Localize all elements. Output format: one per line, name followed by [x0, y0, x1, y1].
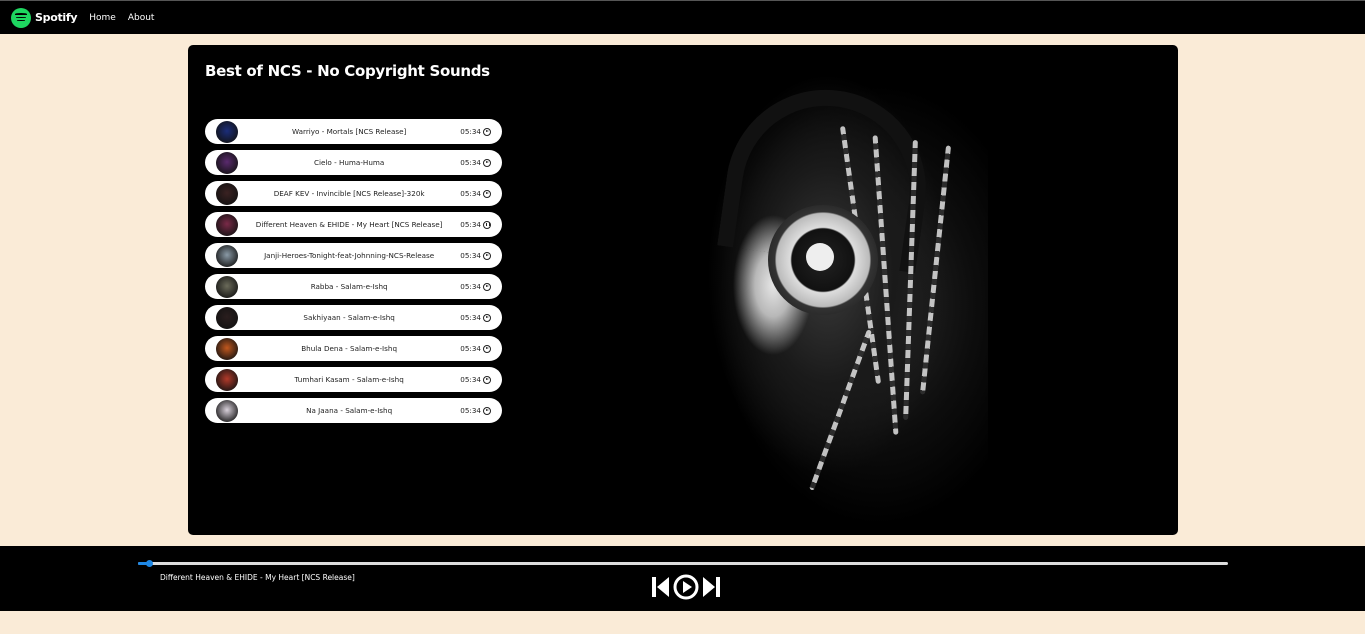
play-circle-icon[interactable] — [483, 344, 491, 353]
nav-link-about[interactable]: About — [128, 13, 155, 23]
play-circle-icon[interactable] — [483, 406, 491, 415]
song-name: DEAF KEV - Invincible [NCS Release]-320k — [273, 189, 425, 198]
album-cover-image — [578, 45, 988, 535]
song-thumbnail — [216, 120, 238, 143]
song-name: Bhula Dena - Salam-e-Ishq — [301, 344, 398, 353]
play-circle-icon[interactable] — [483, 251, 491, 260]
song-name: Rabba - Salam-e-Ishq — [310, 282, 388, 291]
song-thumbnail — [216, 368, 238, 391]
hair-graphic — [809, 329, 872, 491]
song-duration: 05:34 — [460, 344, 481, 353]
pause-circle-icon[interactable] — [483, 220, 491, 229]
player-bar: Different Heaven & EHIDE - My Heart [NCS… — [0, 546, 1365, 611]
play-circle-icon[interactable] — [483, 282, 491, 291]
song-item[interactable]: Janji-Heroes-Tonight-feat-Johnning-NCS-R… — [205, 243, 502, 268]
songs-panel: Best of NCS - No Copyright Sounds Warriy… — [188, 45, 1178, 535]
song-thumbnail — [216, 213, 238, 236]
song-item[interactable]: Warriyo - Mortals [NCS Release] 05:34 — [205, 119, 502, 144]
brand[interactable]: Spotify — [11, 7, 78, 28]
song-duration: 05:34 — [460, 127, 481, 136]
navbar: Spotify Home About — [0, 0, 1365, 34]
song-duration: 05:34 — [460, 313, 481, 322]
song-thumbnail — [216, 182, 238, 205]
song-name: Warriyo - Mortals [NCS Release] — [291, 127, 407, 136]
song-list: Warriyo - Mortals [NCS Release] 05:34 Ciel… — [205, 119, 502, 429]
song-duration: 05:34 — [460, 189, 481, 198]
now-playing-title: Different Heaven & EHIDE - My Heart [NCS… — [160, 573, 355, 582]
skull-logo-graphic — [806, 243, 834, 271]
song-thumbnail — [216, 399, 238, 422]
song-name: Janji-Heroes-Tonight-feat-Johnning-NCS-R… — [264, 251, 435, 260]
song-duration: 05:34 — [460, 220, 481, 229]
song-duration: 05:34 — [460, 282, 481, 291]
play-circle-icon[interactable] — [483, 313, 491, 322]
song-duration: 05:34 — [460, 158, 481, 167]
song-item[interactable]: Tumhari Kasam - Salam-e-Ishq 05:34 — [205, 367, 502, 392]
song-item[interactable]: Sakhiyaan - Salam-e-Ishq 05:34 — [205, 305, 502, 330]
song-thumbnail — [216, 244, 238, 267]
song-duration: 05:34 — [460, 375, 481, 384]
song-thumbnail — [216, 306, 238, 329]
song-name: Different Heaven & EHIDE - My Heart [NCS… — [255, 220, 443, 229]
song-thumbnail — [216, 275, 238, 298]
song-item[interactable]: Cielo - Huma-Huma 05:34 — [205, 150, 502, 175]
previous-icon[interactable] — [651, 575, 671, 599]
song-item[interactable]: Bhula Dena - Salam-e-Ishq 05:34 — [205, 336, 502, 361]
next-icon[interactable] — [701, 575, 721, 599]
play-circle-icon[interactable] — [483, 375, 491, 384]
play-icon[interactable] — [673, 574, 699, 600]
song-name: Sakhiyaan - Salam-e-Ishq — [303, 313, 395, 322]
song-duration: 05:34 — [460, 251, 481, 260]
spotify-logo-icon — [11, 7, 31, 28]
song-name: Tumhari Kasam - Salam-e-Ishq — [294, 375, 404, 384]
song-item[interactable]: DEAF KEV - Invincible [NCS Release]-320k… — [205, 181, 502, 206]
progress-bar[interactable] — [138, 560, 1228, 567]
song-thumbnail — [216, 337, 238, 360]
player-controls — [651, 574, 721, 600]
song-duration: 05:34 — [460, 406, 481, 415]
song-item[interactable]: Rabba - Salam-e-Ishq 05:34 — [205, 274, 502, 299]
song-thumbnail — [216, 151, 238, 174]
song-item[interactable]: Na Jaana - Salam-e-Ishq 05:34 — [205, 398, 502, 423]
progress-thumb[interactable] — [145, 560, 153, 567]
brand-name: Spotify — [35, 11, 78, 24]
song-name: Cielo - Huma-Huma — [313, 158, 385, 167]
nav-link-home[interactable]: Home — [89, 13, 116, 23]
song-name: Na Jaana - Salam-e-Ishq — [306, 406, 393, 415]
song-item[interactable]: Different Heaven & EHIDE - My Heart [NCS… — [205, 212, 502, 237]
page-title: Best of NCS - No Copyright Sounds — [205, 62, 490, 80]
play-circle-icon[interactable] — [483, 127, 491, 136]
play-circle-icon[interactable] — [483, 189, 491, 198]
play-circle-icon[interactable] — [483, 158, 491, 167]
